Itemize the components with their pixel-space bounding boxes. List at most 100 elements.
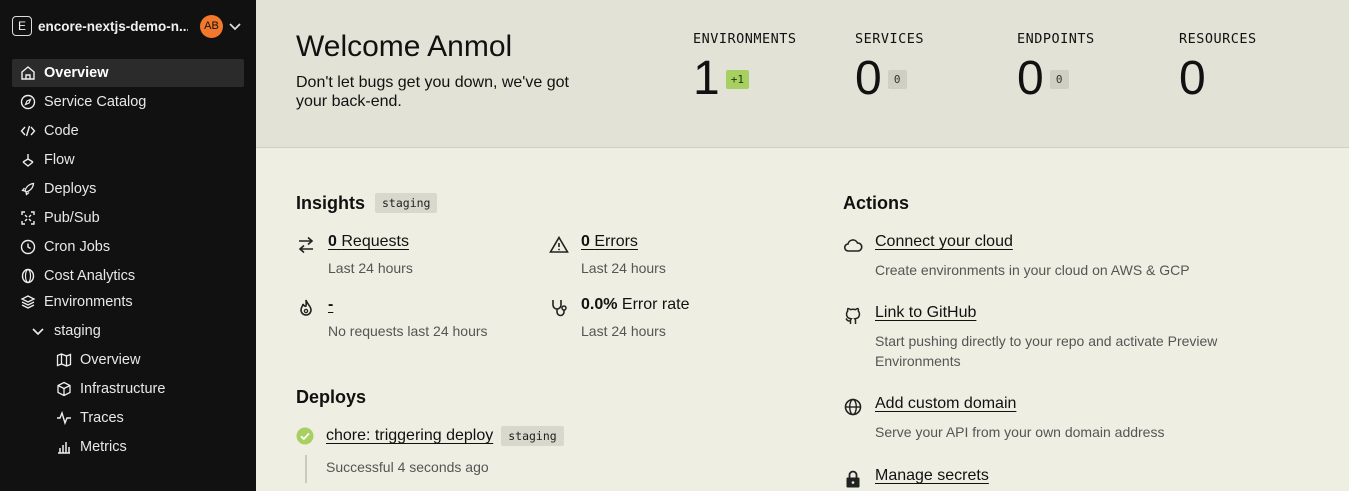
latency-value: - — [328, 296, 334, 313]
stat-label: ENVIRONMENTS — [693, 31, 797, 47]
stat-resources: RESOURCES 0 — [1179, 31, 1339, 107]
metric-latency: - No requests last 24 hours — [296, 296, 536, 346]
sidebar-item-label: Code — [44, 123, 79, 139]
stat-value: 0 — [1179, 52, 1206, 105]
clock-icon — [20, 239, 36, 255]
action-connect-cloud: Connect your cloud Create environments i… — [843, 233, 1263, 283]
stat-value: 0 — [1017, 52, 1044, 105]
sidebar-item-pubsub[interactable]: Pub/Sub — [12, 204, 244, 232]
sidebar-item-code[interactable]: Code — [12, 117, 244, 145]
stat-endpoints: ENDPOINTS 0 0 — [1017, 31, 1177, 107]
pulse-icon — [56, 410, 72, 426]
pubsub-icon — [20, 210, 36, 226]
home-icon — [20, 65, 36, 81]
errors-sub: Last 24 hours — [581, 260, 666, 276]
lock-icon — [846, 470, 860, 488]
latency-link[interactable]: - — [328, 296, 333, 314]
coin-icon — [20, 268, 36, 284]
deploy-title-link[interactable]: chore: triggering deploy — [326, 427, 493, 445]
action-sub: Serve your API from your own domain addr… — [875, 424, 1165, 440]
deploy-item: chore: triggering deploy staging — [296, 426, 564, 446]
errors-link[interactable]: 0 Errors — [581, 233, 638, 251]
deploys-title: Deploys — [296, 387, 367, 407]
sidebar-env-item-traces[interactable]: Traces — [12, 404, 244, 432]
stat-value: 0 — [855, 52, 882, 105]
actions-title: Actions — [843, 193, 910, 213]
sidebar-env-item-infrastructure[interactable]: Infrastructure — [12, 375, 244, 403]
app-switcher[interactable]: E encore-nextjs-demo-n... AB — [12, 14, 244, 38]
box-icon — [56, 381, 72, 397]
error-rate-label: Error rate — [621, 296, 690, 313]
sidebar-item-service-catalog[interactable]: Service Catalog — [12, 88, 244, 116]
error-rate-sub: Last 24 hours — [581, 323, 666, 339]
sidebar-env-label: staging — [54, 323, 101, 339]
action-title[interactable]: Connect your cloud — [875, 233, 1013, 251]
metric-errors: 0 Errors Last 24 hours — [549, 233, 789, 283]
sidebar-item-environments[interactable]: Environments — [12, 288, 244, 316]
sidebar-item-label: Pub/Sub — [44, 210, 100, 226]
flow-icon — [20, 152, 36, 168]
sidebar-item-label: Traces — [80, 410, 124, 426]
sidebar-item-flow[interactable]: Flow — [12, 146, 244, 174]
app-name: encore-nextjs-demo-n... — [38, 18, 188, 34]
metric-error-rate: 0.0% Error rate Last 24 hours — [549, 296, 789, 346]
arrows-swap-icon — [298, 236, 314, 254]
sidebar-item-cost-analytics[interactable]: Cost Analytics — [12, 262, 244, 290]
sidebar-env-item-metrics[interactable]: Metrics — [12, 433, 244, 461]
warning-icon — [549, 235, 569, 253]
error-rate-main: 0.0% Error rate — [581, 296, 690, 314]
deploy-timeline-line — [305, 455, 307, 483]
rocket-icon — [20, 181, 36, 197]
errors-count: 0 — [581, 233, 590, 250]
action-title[interactable]: Link to GitHub — [875, 304, 976, 322]
stat-value: 1 — [693, 52, 720, 105]
stat-label: SERVICES — [855, 31, 925, 47]
stat-label: ENDPOINTS — [1017, 31, 1095, 47]
stat-badge: 0 — [887, 69, 907, 89]
sidebar-item-label: Service Catalog — [44, 94, 147, 110]
action-sub: Start pushing directly to your repo and … — [875, 333, 1218, 369]
action-title[interactable]: Add custom domain — [875, 395, 1016, 413]
sidebar: E encore-nextjs-demo-n... AB Overview Se… — [0, 0, 256, 491]
code-icon — [20, 123, 36, 139]
map-icon — [56, 352, 72, 368]
sidebar-env-item-overview[interactable]: Overview — [12, 346, 244, 374]
sidebar-item-label: Environments — [44, 294, 133, 310]
errors-label: Errors — [594, 233, 638, 250]
stat-badge: +1 — [725, 69, 749, 89]
action-link-github: Link to GitHub Start pushing directly to… — [843, 304, 1263, 374]
metric-requests: 0 Requests Last 24 hours — [296, 233, 536, 283]
compass-icon — [20, 94, 36, 110]
insights-env-tag: staging — [375, 193, 438, 213]
action-manage-secrets: Manage secrets — [843, 467, 1263, 491]
sidebar-item-label: Flow — [44, 152, 75, 168]
layers-icon — [20, 294, 36, 310]
requests-link[interactable]: 0 Requests — [328, 233, 409, 251]
bar-chart-icon — [56, 439, 72, 455]
requests-sub: Last 24 hours — [328, 260, 413, 276]
sidebar-item-label: Infrastructure — [80, 381, 166, 397]
requests-count: 0 — [328, 233, 337, 250]
page-title: Welcome Anmol — [296, 30, 513, 63]
sidebar-item-cron-jobs[interactable]: Cron Jobs — [12, 233, 244, 261]
stat-label: RESOURCES — [1179, 31, 1257, 47]
sidebar-item-deploys[interactable]: Deploys — [12, 175, 244, 203]
stat-environments: ENVIRONMENTS 1 +1 — [693, 31, 853, 107]
sidebar-env-staging[interactable]: staging — [12, 317, 244, 345]
chevron-down-icon[interactable] — [228, 19, 242, 33]
stethoscope-icon — [552, 300, 567, 317]
stat-services: SERVICES 0 0 — [855, 31, 1015, 107]
sidebar-item-overview[interactable]: Overview — [12, 59, 244, 87]
flame-icon — [300, 299, 312, 316]
action-sub: Create environments in your cloud on AWS… — [875, 262, 1190, 278]
sidebar-item-label: Cron Jobs — [44, 239, 111, 255]
app-logo: E — [12, 16, 32, 36]
sidebar-item-label: Overview — [80, 352, 141, 368]
requests-label: Requests — [341, 233, 409, 250]
action-title[interactable]: Manage secrets — [875, 467, 989, 485]
sidebar-item-label: Cost Analytics — [44, 268, 136, 284]
avatar[interactable]: AB — [200, 14, 223, 38]
github-icon — [845, 307, 861, 324]
sidebar-item-label: Deploys — [44, 181, 97, 197]
check-circle-icon — [296, 427, 314, 445]
